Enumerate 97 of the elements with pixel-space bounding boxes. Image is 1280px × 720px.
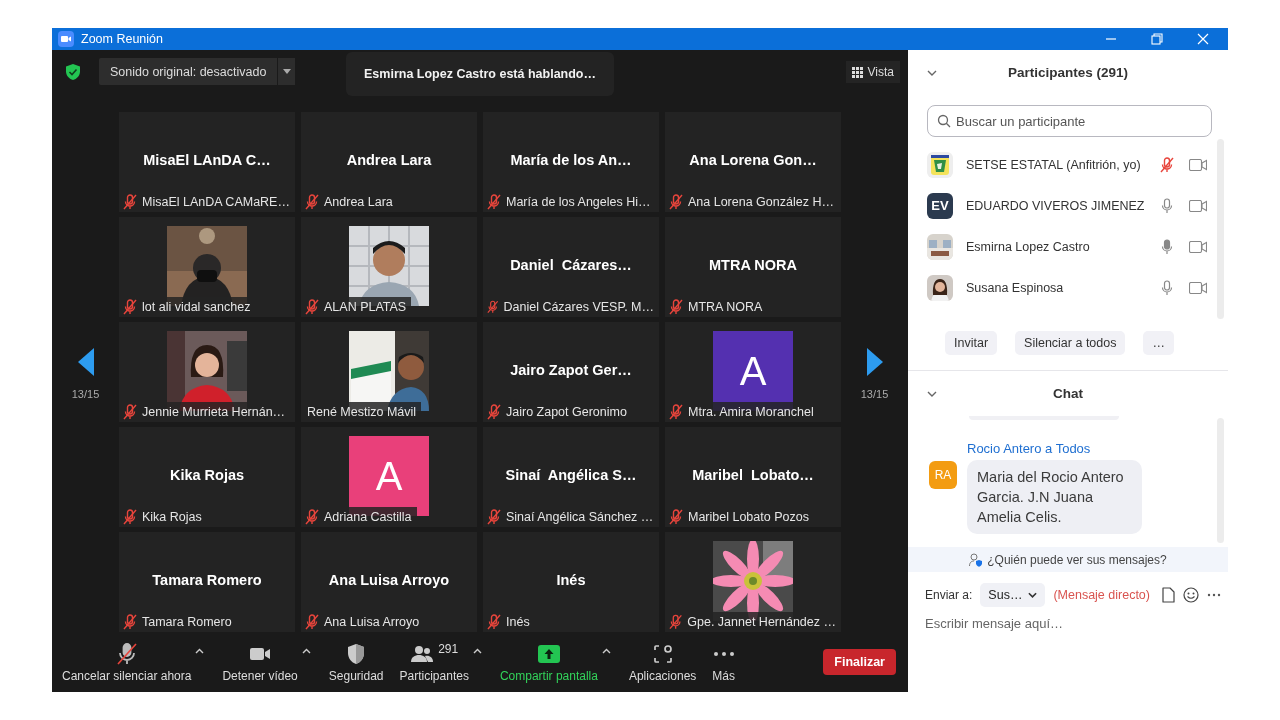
more-icon[interactable] <box>1207 593 1221 597</box>
view-button[interactable]: Vista <box>845 61 900 83</box>
muted-mic-icon <box>305 299 319 315</box>
collapse-chevron-icon[interactable] <box>927 69 937 76</box>
muted-mic-icon <box>123 404 137 420</box>
direct-message-note: (Mensaje directo) <box>1053 588 1150 602</box>
message-bubble: Maria del Rocio Antero Garcia. J.N Juana Amelia Celis. <box>967 460 1142 534</box>
muted-mic-icon <box>123 614 137 630</box>
muted-mic-icon <box>123 194 137 210</box>
participant-name: Ana Lorena Gon… <box>689 152 817 168</box>
window-title: Zoom Reunión <box>81 32 163 46</box>
panel-button[interactable]: Invitar <box>945 331 998 355</box>
apps-button[interactable]: Aplicaciones <box>628 641 697 683</box>
participant-name: Andrea Lara <box>346 152 432 168</box>
shield-icon <box>65 62 81 81</box>
panel-title: Participantes (291) <box>1007 65 1129 80</box>
camera-icon <box>58 31 74 47</box>
participant-name: Tamara Romero <box>152 572 262 588</box>
more-button[interactable]: Más <box>712 641 735 683</box>
speaking-banner: Esmirna Lopez Castro está hablando… <box>346 52 614 96</box>
grid-icon <box>851 66 863 78</box>
share-button[interactable]: Compartir pantalla <box>499 641 598 683</box>
muted-mic-icon <box>305 509 319 525</box>
avatar: RA <box>929 461 957 489</box>
participant-name: Jairo Zapot Ger… <box>510 362 632 378</box>
send-to-label: Enviar a: <box>925 588 973 602</box>
caret-up-icon <box>601 647 611 654</box>
muted-mic-icon <box>305 194 319 210</box>
page-indicator: 13/15 <box>860 388 889 400</box>
caret-up-icon <box>472 647 482 654</box>
more-icon <box>713 651 734 656</box>
audio-button[interactable]: Sonido original: desactivado <box>99 58 278 85</box>
search-icon <box>937 114 951 128</box>
panel-button[interactable]: Silenciar a todos <box>1015 331 1126 355</box>
video-camera-icon[interactable] <box>1189 281 1207 294</box>
user-shield-icon <box>969 552 984 567</box>
participant-name: Maribel Lobato… <box>692 467 814 483</box>
participant-name: EDUARDO VIVEROS JIMENEZ <box>966 198 1146 213</box>
muted-mic-icon <box>669 614 683 630</box>
message-sender[interactable]: Rocio Antero a Todos <box>967 441 1142 456</box>
muted-mic-icon <box>123 509 137 525</box>
participant-name: MTRA NORA <box>708 257 798 273</box>
video-camera-icon[interactable] <box>1189 158 1207 171</box>
end-meeting-button[interactable]: Finalizar <box>823 649 896 675</box>
participant-row[interactable]: EV EDUARDO VIVEROS JIMENEZ <box>908 185 1217 226</box>
participant-name: Daniel Cázares… <box>510 257 632 273</box>
security-button[interactable]: Seguridad <box>328 641 384 683</box>
restore-icon[interactable] <box>1151 33 1163 45</box>
participant-name: María de los An… <box>510 152 632 168</box>
participant-name: Sinaí Angélica S… <box>505 467 637 483</box>
participant-name: Susana Espinosa <box>966 280 1065 295</box>
caret-up-icon <box>301 647 311 654</box>
page-indicator: 13/15 <box>71 388 100 400</box>
emoji-icon[interactable] <box>1183 587 1199 603</box>
muted-mic-icon <box>305 614 319 630</box>
mic-icon[interactable] <box>1160 197 1174 214</box>
muted-mic-icon <box>669 194 683 210</box>
file-icon[interactable] <box>1162 587 1175 603</box>
caret-up-icon <box>195 647 205 654</box>
video-camera-icon[interactable] <box>1189 199 1207 212</box>
mic-icon[interactable] <box>1160 279 1174 296</box>
caret-icon <box>282 69 291 74</box>
next-page-arrow-icon[interactable] <box>866 348 883 376</box>
participant-row[interactable]: Susana Espinosa <box>908 267 1217 308</box>
muted-mic-icon <box>487 509 501 525</box>
mic-muted-button[interactable]: Cancelar silenciar ahora <box>62 641 192 683</box>
chevron-down-icon <box>1028 592 1038 598</box>
mic-icon[interactable] <box>1160 238 1174 255</box>
participant-name: MisaEl LAnDA C… <box>143 152 271 168</box>
participant-row[interactable]: SETSE ESTATAL (Anfitrión, yo) <box>908 144 1217 185</box>
muted-mic-icon <box>487 299 499 315</box>
participant-row[interactable]: Esmirna Lopez Castro <box>908 226 1217 267</box>
muted-mic-icon <box>669 299 683 315</box>
close-icon[interactable] <box>1197 33 1209 45</box>
muted-mic-icon <box>669 509 683 525</box>
video-button[interactable]: Detener vídeo <box>222 641 298 683</box>
muted-mic-icon <box>123 299 137 315</box>
muted-mic-icon <box>669 404 683 420</box>
panel-title: Chat <box>1053 386 1083 401</box>
muted-mic-icon <box>487 404 501 420</box>
muted-mic-icon <box>487 194 501 210</box>
participant-name: SETSE ESTATAL (Anfitrión, yo) <box>966 157 1142 172</box>
participant-name: Ana Luisa Arroyo <box>328 572 450 588</box>
recipient-dropdown[interactable]: Sus… <box>980 583 1046 607</box>
video-camera-icon[interactable] <box>1189 240 1207 253</box>
participant-name: Kika Rojas <box>169 467 245 483</box>
collapse-chevron-icon[interactable] <box>927 390 937 397</box>
dropdown-button[interactable] <box>278 58 296 85</box>
avatar: EV <box>927 192 953 219</box>
search-field[interactable]: Buscar un participante <box>927 105 1212 137</box>
participant-name: Inés <box>556 572 586 588</box>
muted-mic-icon <box>487 614 501 630</box>
panel-button[interactable]: … <box>1143 331 1174 355</box>
participant-name: Esmirna Lopez Castro <box>966 239 1091 254</box>
muted-mic-icon <box>114 641 139 666</box>
previous-page-arrow-icon[interactable] <box>77 348 94 376</box>
participants-button[interactable]: 291 Participantes <box>399 641 469 683</box>
